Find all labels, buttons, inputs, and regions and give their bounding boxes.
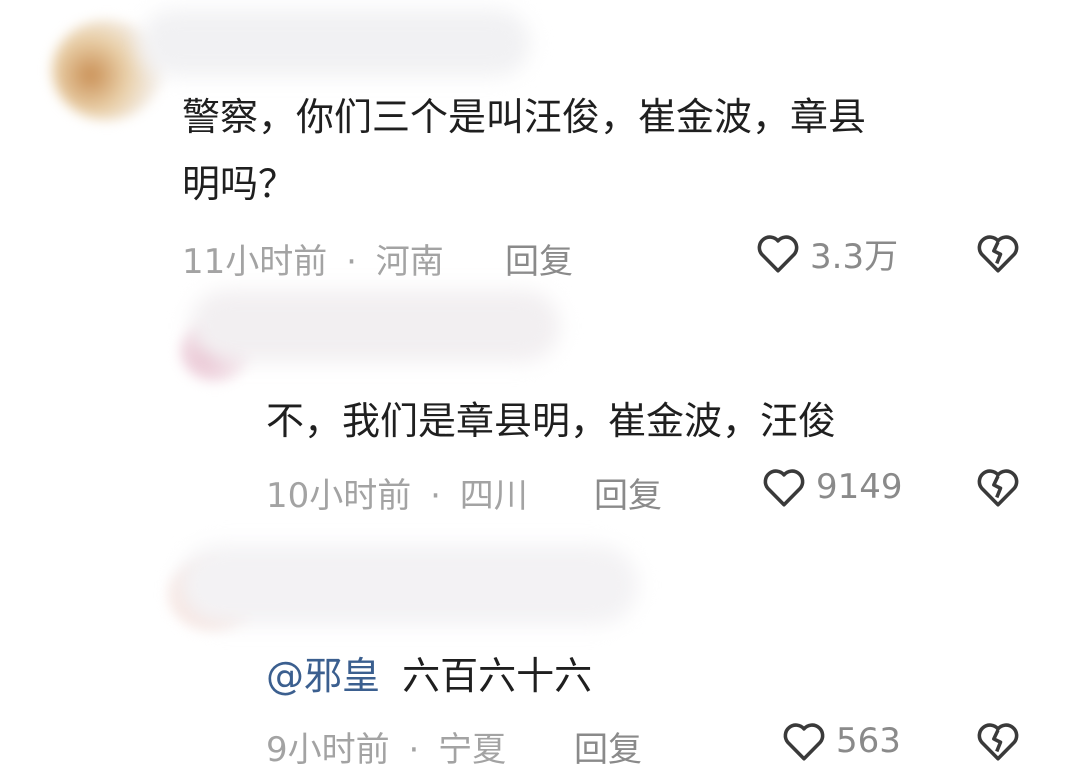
- like-button[interactable]: 9149: [758, 462, 903, 512]
- like-count: 3.3万: [810, 236, 899, 277]
- heart-outline-icon: [778, 716, 830, 766]
- like-count: 9149: [816, 467, 903, 507]
- location: 四川: [459, 476, 528, 516]
- separator: ·: [408, 730, 420, 770]
- username-blurred[interactable]: [190, 290, 560, 362]
- comment-meta: 11小时前 · 河南: [182, 234, 444, 283]
- like-button[interactable]: 563: [778, 716, 901, 766]
- separator: ·: [430, 476, 441, 516]
- comment-text-continued: 明吗？: [182, 162, 297, 206]
- timestamp: 11小时前: [182, 242, 328, 282]
- broken-heart-icon: [970, 723, 1026, 770]
- like-button[interactable]: 3.3万: [752, 228, 898, 278]
- dislike-button[interactable]: [970, 228, 1026, 282]
- timestamp: 10小时前: [266, 476, 412, 516]
- timestamp: 9小时前: [266, 730, 390, 770]
- location: 宁夏: [438, 730, 507, 770]
- comment-text: @邪皇 六百六十六: [266, 645, 592, 707]
- location: 河南: [375, 242, 444, 282]
- comment-text: 警察，你们三个是叫汪俊，崔金波，章县: [182, 95, 867, 139]
- reply-button[interactable]: 回复: [574, 722, 642, 771]
- username-blurred[interactable]: [140, 10, 530, 76]
- comment-body: 六百六十六: [402, 654, 593, 698]
- comment-meta: 9小时前 · 宁夏: [266, 722, 506, 771]
- separator: ·: [346, 242, 357, 282]
- reply-button[interactable]: 回复: [594, 468, 662, 517]
- heart-outline-icon: [758, 462, 810, 512]
- broken-heart-icon: [970, 235, 1026, 282]
- heart-outline-icon: [752, 228, 804, 278]
- username-blurred[interactable]: [178, 545, 638, 625]
- comment-meta: 10小时前 · 四川: [266, 468, 528, 517]
- user-mention-link[interactable]: @邪皇: [266, 654, 380, 698]
- broken-heart-icon: [970, 469, 1026, 516]
- dislike-button[interactable]: [970, 462, 1026, 516]
- dislike-button[interactable]: [970, 716, 1026, 770]
- comment-text: 不，我们是章县明，崔金波，汪俊: [266, 399, 837, 443]
- reply-button[interactable]: 回复: [505, 234, 573, 283]
- like-count: 563: [836, 721, 901, 761]
